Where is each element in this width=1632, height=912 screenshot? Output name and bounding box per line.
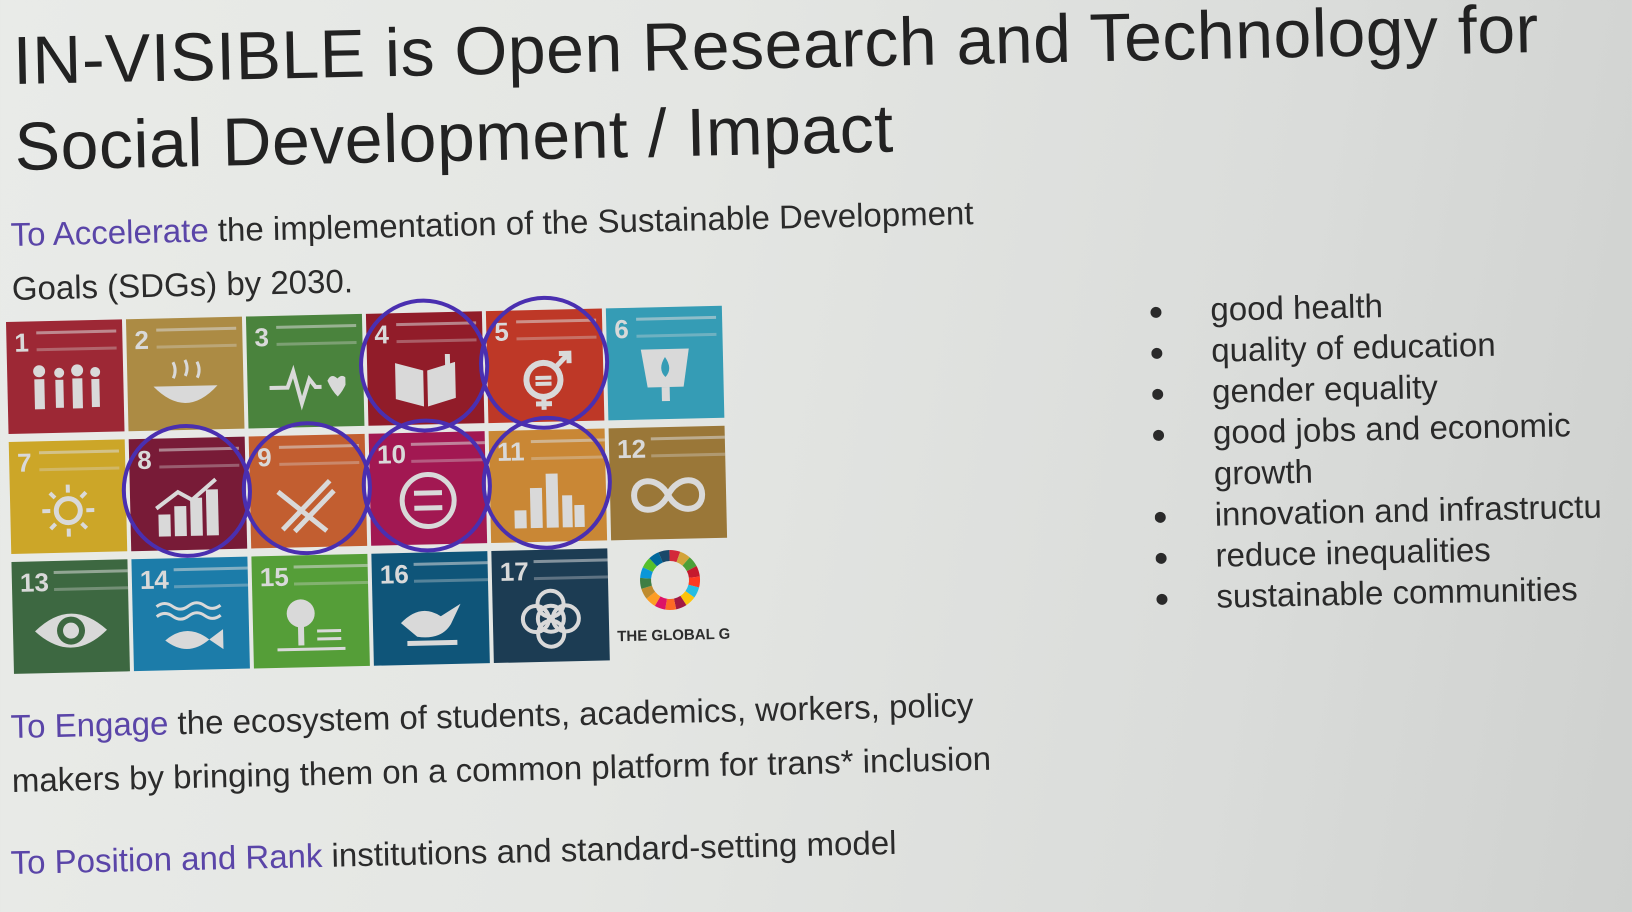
sdg-tile-15: 15	[251, 553, 370, 669]
accelerate-paragraph: To Accelerate the implementation of the …	[10, 184, 1072, 316]
dove-icon	[400, 603, 461, 646]
sdg-tile-label-lines	[173, 566, 250, 589]
sdg-tile-number: 11	[496, 436, 525, 467]
sdg-tile-label-lines	[636, 315, 717, 338]
bowl-icon	[153, 359, 218, 403]
sdg-tile-label-lines	[293, 563, 370, 586]
sdg-tile-11: 11	[488, 428, 608, 544]
people-icon	[33, 364, 101, 410]
sdg-tile-number: 16	[379, 558, 410, 590]
sdg-tile-label-lines	[278, 444, 360, 466]
water-icon	[640, 348, 689, 402]
global-goals-label: THE GLOBAL GOALS	[617, 624, 730, 646]
sdg-tile-3: 3	[245, 313, 365, 429]
sdg-tile-number: 14	[139, 564, 170, 596]
sdg-tile-label-lines	[516, 318, 597, 341]
sdg-tile-number: 3	[254, 322, 270, 353]
position-paragraph: To Position and Rank institutions and st…	[10, 811, 1111, 890]
sdg-tile-label-lines	[413, 561, 490, 583]
sdg-tile-label-lines	[276, 324, 357, 346]
accelerate-highlight: To Accelerate	[10, 211, 210, 253]
sdg-tile-number: 2	[134, 324, 150, 356]
sdg-tile-6: 6	[605, 305, 725, 421]
flower-icon	[520, 588, 581, 649]
heartbeat-icon	[269, 364, 347, 411]
sdg-tile-7: 7	[8, 439, 128, 554]
sdg-tile-label-lines	[53, 569, 130, 591]
sdg-tile-8: 8	[128, 436, 248, 552]
slide-title: IN-VISIBLE is Open Research and Technolo…	[12, 0, 1615, 190]
sdg-tile-number: 12	[616, 433, 647, 465]
sdg-tile-number: 1	[14, 327, 30, 358]
sdg-tile-number: 8	[136, 444, 152, 476]
sdg-tile-label-lines	[158, 446, 240, 469]
fish-icon	[155, 601, 224, 650]
sdg-tile-12: 12	[608, 425, 728, 541]
sdg-tile-9: 9	[248, 433, 368, 549]
goals-bullet-list: good health quality of education gender eq…	[1150, 280, 1632, 618]
sdg-tile-label-lines	[533, 558, 610, 581]
sdg-tile-label-lines	[36, 329, 117, 352]
sdg-tile-14: 14	[131, 556, 250, 672]
tree-icon	[277, 599, 346, 652]
city-icon	[514, 473, 585, 529]
infrastructure-icon	[276, 478, 336, 534]
sdg-tile-number: 10	[376, 438, 407, 470]
engage-paragraph: To Engage the ecosystem of students, aca…	[10, 675, 1112, 808]
sdg-tile-2: 2	[125, 316, 245, 432]
engage-highlight: To Engage	[10, 704, 169, 745]
eye-globe-icon	[35, 613, 108, 648]
sdg-tile-5: 5	[485, 308, 605, 424]
sdg-tile-10: 10	[368, 431, 488, 546]
sun-icon	[42, 484, 95, 537]
equality-icon	[399, 471, 457, 529]
sdg-tile-number: 9	[256, 442, 272, 473]
goal-bullet-item: sustainable communities	[1156, 567, 1632, 618]
position-highlight: To Position and Rank	[10, 836, 323, 881]
sdg-tile-number: 5	[494, 316, 510, 347]
accelerate-text: the implementation of the Sustainable De…	[208, 194, 974, 249]
gender-icon	[523, 350, 572, 410]
position-text: institutions and standard-setting model	[321, 823, 897, 874]
global-goals-logo: THE GLOBAL GOALS	[611, 546, 730, 661]
infinity-icon	[631, 477, 706, 513]
sdg-goals-grid: 1 2 3 4 5 6 7 8 9 10 11 12 13 14 15 16 17 THE GLOBAL GOAL…	[6, 284, 774, 696]
sdg-tile-17: 17	[491, 548, 610, 664]
sdg-tile-number: 7	[16, 447, 33, 478]
sdg-tile-label-lines	[650, 435, 728, 458]
sdg-tile-label-lines	[38, 449, 120, 472]
sdg-tile-13: 13	[11, 559, 130, 674]
growth-chart-icon	[155, 477, 219, 537]
sdg-tile-1: 1	[6, 319, 125, 434]
sdg-tile-number: 13	[19, 567, 50, 598]
sdg-tile-label-lines	[530, 438, 608, 461]
sdg-tile-label-lines	[410, 441, 488, 463]
sdg-tile-4: 4	[365, 311, 485, 426]
engage-text: the ecosystem of students, academics, wo…	[167, 686, 974, 742]
sdg-tile-number: 15	[259, 561, 290, 593]
sdg-tile-number: 17	[499, 556, 530, 587]
sdg-tile-number: 6	[613, 313, 630, 345]
sdg-tile-number: 4	[374, 319, 390, 350]
sdg-tile-label-lines	[396, 321, 477, 344]
sdg-tile-label-lines	[156, 326, 237, 349]
sdg-tile-16: 16	[371, 551, 490, 666]
book-icon	[395, 353, 456, 407]
global-goals-wheel-icon	[640, 550, 701, 610]
